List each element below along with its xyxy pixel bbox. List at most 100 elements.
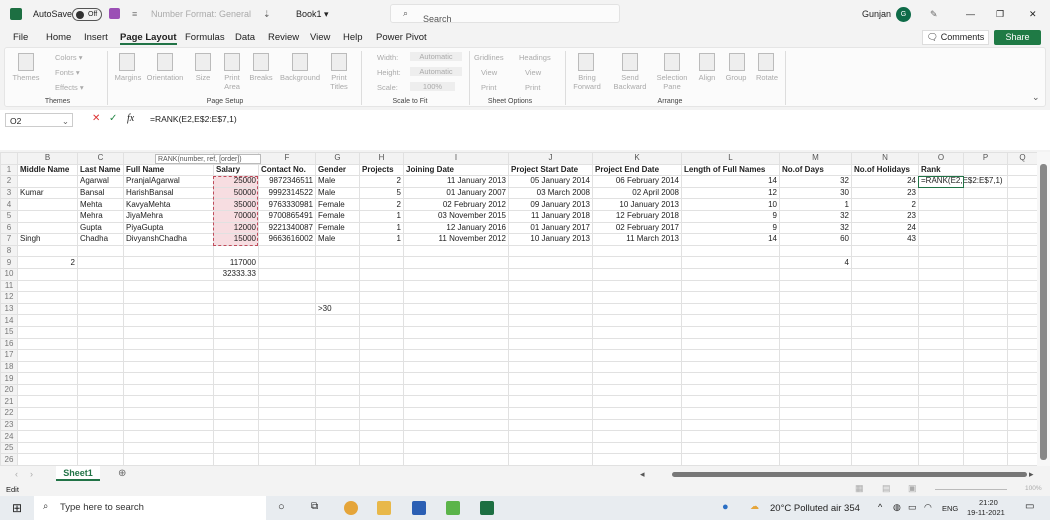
- cell-n11[interactable]: [851, 279, 919, 293]
- autosave-toggle[interactable]: Off: [72, 8, 102, 21]
- number-format-dropdown[interactable]: Number Format: General: [151, 9, 251, 19]
- cell-j20[interactable]: [508, 383, 593, 397]
- cell-k3[interactable]: 02 April 2008: [592, 186, 682, 200]
- rotate-button[interactable]: Rotate: [753, 73, 781, 82]
- add-sheet-icon[interactable]: ⊕: [118, 468, 126, 479]
- cell-l24[interactable]: [681, 430, 780, 443]
- scale-input[interactable]: 100%: [410, 82, 455, 91]
- cell-p7[interactable]: [963, 233, 1008, 246]
- fx-icon[interactable]: fx: [127, 113, 134, 124]
- cell-h9[interactable]: [359, 256, 404, 269]
- scroll-right-icon[interactable]: ▸: [1029, 469, 1034, 480]
- cell-l23[interactable]: [681, 418, 780, 432]
- cell-o11[interactable]: [918, 279, 964, 293]
- cell-p6[interactable]: [963, 221, 1008, 235]
- cell-o13[interactable]: [918, 302, 964, 316]
- cell-c12[interactable]: [77, 291, 124, 304]
- cell-q24[interactable]: [1007, 430, 1037, 443]
- cell-h16[interactable]: [359, 337, 404, 351]
- cell-c1[interactable]: Last Name: [77, 163, 124, 177]
- zoom-slider[interactable]: [935, 489, 1007, 490]
- cell-n25[interactable]: [851, 441, 919, 455]
- cell-b10[interactable]: [17, 267, 78, 281]
- cell-d5[interactable]: JiyaMehra: [123, 209, 214, 223]
- cell-p9[interactable]: [963, 256, 1008, 269]
- cell-f26[interactable]: [258, 453, 316, 466]
- column-header-k[interactable]: K: [592, 152, 682, 165]
- cell-j24[interactable]: [508, 430, 593, 443]
- cell-k15[interactable]: [592, 325, 682, 339]
- scroll-left-icon[interactable]: ◂: [640, 469, 645, 480]
- background-button[interactable]: Background: [277, 73, 323, 82]
- page-layout-view-icon[interactable]: ▤: [882, 483, 891, 494]
- cell-h19[interactable]: [359, 372, 404, 385]
- cell-m26[interactable]: [779, 453, 852, 466]
- cell-p1[interactable]: [963, 163, 1008, 177]
- cell-b26[interactable]: [17, 453, 78, 466]
- cell-j4[interactable]: 09 January 2013: [508, 198, 593, 211]
- cell-m3[interactable]: 30: [779, 186, 852, 200]
- cell-f25[interactable]: [258, 441, 316, 455]
- comments-button[interactable]: 🗨 Comments: [922, 30, 989, 45]
- row-header[interactable]: 17: [0, 349, 18, 362]
- cell-q16[interactable]: [1007, 337, 1037, 351]
- cell-n3[interactable]: 23: [851, 186, 919, 200]
- cell-o23[interactable]: [918, 418, 964, 432]
- column-header-n[interactable]: N: [851, 152, 919, 165]
- cell-e21[interactable]: [213, 395, 259, 409]
- cortana-icon[interactable]: ○: [278, 501, 285, 513]
- cell-q17[interactable]: [1007, 349, 1037, 362]
- cell-d2[interactable]: PranjalAgarwal: [123, 175, 214, 188]
- scroll-thumb[interactable]: [1040, 164, 1047, 460]
- cell-p18[interactable]: [963, 360, 1008, 374]
- cell-i10[interactable]: [403, 267, 509, 281]
- cell-b2[interactable]: [17, 175, 78, 188]
- cell-k2[interactable]: 06 February 2014: [592, 175, 682, 188]
- cell-i21[interactable]: [403, 395, 509, 409]
- cell-l12[interactable]: [681, 291, 780, 304]
- orientation-icon[interactable]: [157, 53, 173, 71]
- cell-g2[interactable]: Male: [315, 175, 360, 188]
- cell-f19[interactable]: [258, 372, 316, 385]
- cell-o21[interactable]: [918, 395, 964, 409]
- cell-n20[interactable]: [851, 383, 919, 397]
- cell-j1[interactable]: Project Start Date: [508, 163, 593, 177]
- app-icon[interactable]: [446, 501, 460, 515]
- cell-o5[interactable]: [918, 209, 964, 223]
- cell-d16[interactable]: [123, 337, 214, 351]
- cell-q6[interactable]: [1007, 221, 1037, 235]
- cell-b20[interactable]: [17, 383, 78, 397]
- cell-c17[interactable]: [77, 349, 124, 362]
- cell-j12[interactable]: [508, 291, 593, 304]
- cell-o9[interactable]: [918, 256, 964, 269]
- cell-k24[interactable]: [592, 430, 682, 443]
- cell-i13[interactable]: [403, 302, 509, 316]
- cell-o20[interactable]: [918, 383, 964, 397]
- cell-m18[interactable]: [779, 360, 852, 374]
- cell-l18[interactable]: [681, 360, 780, 374]
- sheet-tab-sheet1[interactable]: Sheet1: [56, 466, 100, 481]
- row-header[interactable]: 18: [0, 360, 18, 374]
- cell-e22[interactable]: [213, 407, 259, 420]
- cell-d7[interactable]: DivyanshChadha: [123, 233, 214, 246]
- cell-p20[interactable]: [963, 383, 1008, 397]
- cell-i7[interactable]: 11 November 2012: [403, 233, 509, 246]
- cell-q7[interactable]: [1007, 233, 1037, 246]
- cell-b5[interactable]: [17, 209, 78, 223]
- cell-d6[interactable]: PiyaGupta: [123, 221, 214, 235]
- cell-j9[interactable]: [508, 256, 593, 269]
- cell-n21[interactable]: [851, 395, 919, 409]
- row-header[interactable]: 5: [0, 209, 18, 223]
- cell-k14[interactable]: [592, 314, 682, 327]
- cell-l14[interactable]: [681, 314, 780, 327]
- formula-input[interactable]: =RANK(E2,E$2:E$7,1): [150, 114, 237, 124]
- cell-q12[interactable]: [1007, 291, 1037, 304]
- cell-i25[interactable]: [403, 441, 509, 455]
- cell-l1[interactable]: Length of Full Names: [681, 163, 780, 177]
- cell-i8[interactable]: [403, 244, 509, 258]
- cell-m2[interactable]: 32: [779, 175, 852, 188]
- cell-b3[interactable]: Kumar: [17, 186, 78, 200]
- cell-l6[interactable]: 9: [681, 221, 780, 235]
- cell-b7[interactable]: Singh: [17, 233, 78, 246]
- cell-o7[interactable]: [918, 233, 964, 246]
